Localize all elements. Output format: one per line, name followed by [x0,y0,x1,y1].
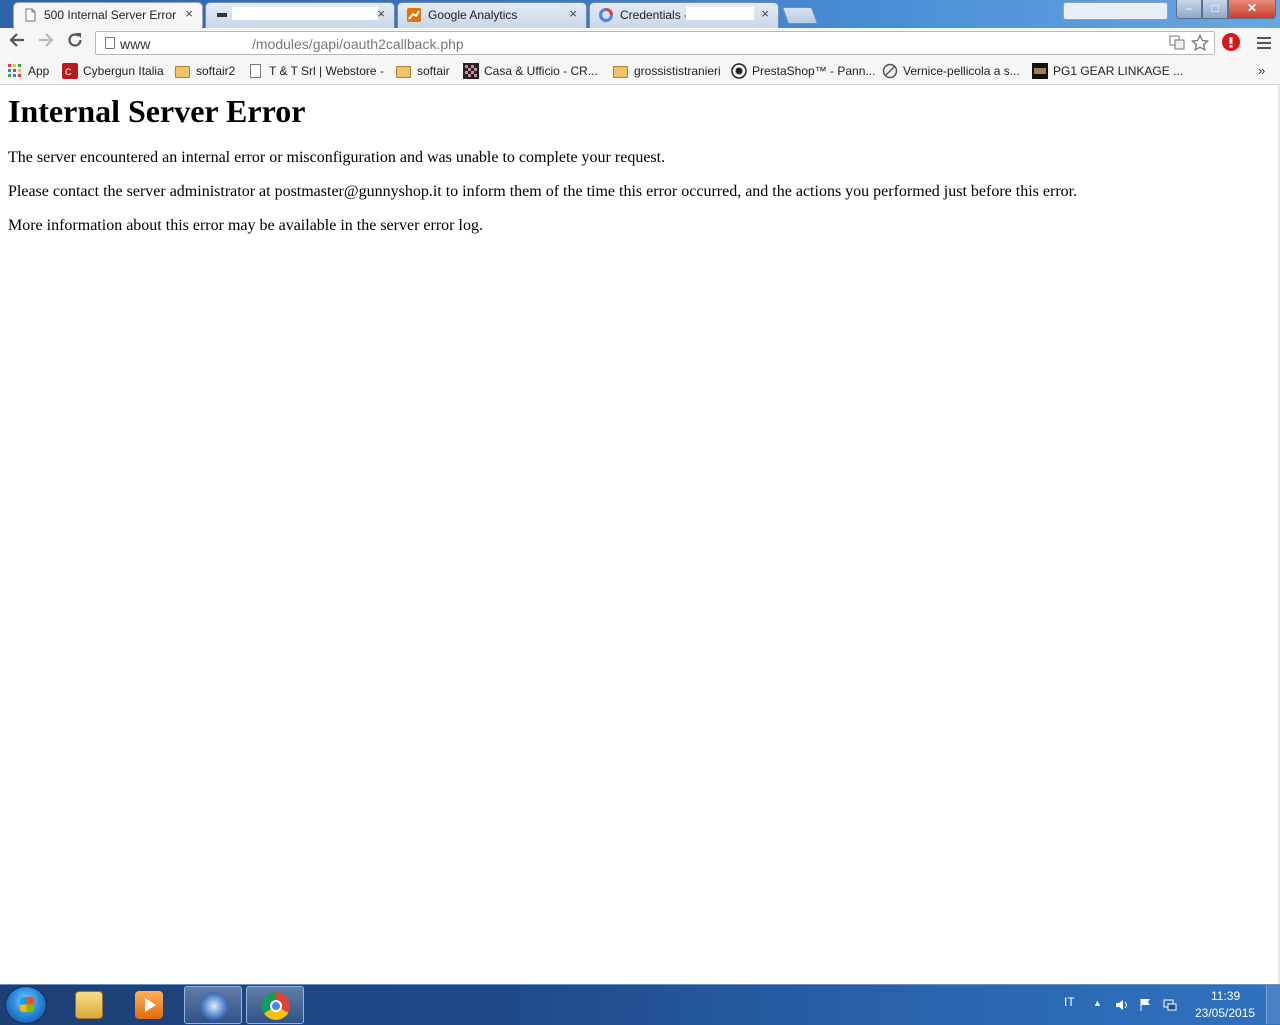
clock-time[interactable]: 11:39 [1211,989,1240,1003]
translate-icon[interactable] [1168,34,1186,52]
chrome-icon [262,992,290,1020]
no-entry-icon [882,63,898,79]
prestashop-icon [731,63,747,79]
page-title: Internal Server Error [8,93,306,129]
close-icon[interactable]: × [761,7,769,21]
error-log-text: More information about this error may be… [8,217,483,234]
checker-icon [463,63,479,79]
clock-date[interactable]: 23/05/2015 [1195,1006,1255,1020]
site-icon [215,8,229,22]
tab-label: 500 Internal Server Error [44,8,176,22]
folder-icon [613,66,628,78]
close-window-button[interactable]: ✕ [1228,0,1276,19]
new-tab-button[interactable] [781,7,819,24]
taskbar-windows-explorer[interactable] [60,986,118,1024]
url-path: /modules/gapi/oauth2callback.php [252,36,464,52]
tab-internal-server-error[interactable]: 500 Internal Server Error × [13,2,203,29]
bookmark-label: PG1 GEAR LINKAGE ... [1053,64,1184,78]
bookmark-label: PrestaShop™ - Pann... [752,64,876,78]
folder-icon [75,991,103,1019]
reload-button[interactable] [63,31,87,53]
start-button[interactable] [5,986,47,1024]
analytics-icon [407,8,421,22]
redacted-area [686,7,754,20]
close-icon[interactable]: × [185,7,193,21]
windows-logo-icon [19,996,35,1013]
url-host: www [120,36,151,52]
redacted-area [232,7,378,20]
show-hidden-icons-icon[interactable]: ▲ [1093,998,1102,1008]
maximize-button[interactable]: □ [1202,0,1228,19]
close-icon[interactable]: × [377,7,385,21]
volume-icon[interactable] [1114,997,1130,1016]
folder-icon [175,66,190,78]
bookmarks-overflow-button[interactable]: » [1258,63,1265,78]
cybergun-icon: C [62,63,78,79]
play-icon [135,991,163,1019]
mail-icon [200,992,228,1020]
back-button[interactable] [5,31,29,53]
svg-text:C: C [65,67,72,77]
bookmark-label: T & T Srl | Webstore - [269,64,384,78]
close-icon[interactable]: × [569,7,577,21]
forward-button[interactable] [34,31,58,53]
bookmark-label: softair2 [196,64,236,78]
reload-icon [68,33,82,47]
action-center-flag-icon[interactable] [1138,997,1154,1016]
error-page-content: Internal Server Error The server encount… [8,93,1268,251]
tab-label: Google Analytics [428,8,518,22]
profile-button[interactable] [1063,2,1168,20]
product-icon [1032,63,1048,79]
taskbar-chrome[interactable] [246,986,304,1024]
taskbar-thunderbird[interactable] [184,986,242,1024]
tab-google-analytics[interactable]: Google Analytics × [397,2,587,28]
back-arrow-icon [9,33,24,47]
bookmark-label: App [28,64,50,78]
google-cloud-icon [599,8,613,22]
language-indicator[interactable]: IT [1064,995,1075,1009]
page-icon [23,8,37,22]
show-desktop-button[interactable] [1266,985,1280,1024]
apps-grid-icon [7,63,23,79]
page-icon [250,64,261,78]
address-bar[interactable]: www /modules/gapi/oauth2callback.php [95,31,1215,55]
forward-arrow-icon [39,33,54,47]
bookmark-label: softair [417,64,450,78]
contact-admin-text: Please contact the server administrator … [8,183,1078,200]
bookmark-label: Vernice-pellicola a s... [903,64,1020,78]
adblock-extension-icon[interactable] [1222,33,1240,51]
folder-icon [396,66,411,78]
page-icon [105,37,115,49]
chrome-menu-icon[interactable] [1255,34,1273,52]
taskbar-media-player[interactable] [120,986,178,1024]
bookmark-label: Casa & Ufficio - CR... [484,64,598,78]
bookmark-label: Cybergun Italia [83,64,164,78]
bookmark-label: grossististranieri [634,64,721,78]
star-icon[interactable] [1190,33,1210,52]
error-description: The server encountered an internal error… [8,149,666,166]
minimize-button[interactable]: – [1176,0,1202,19]
network-icon[interactable] [1162,997,1178,1016]
